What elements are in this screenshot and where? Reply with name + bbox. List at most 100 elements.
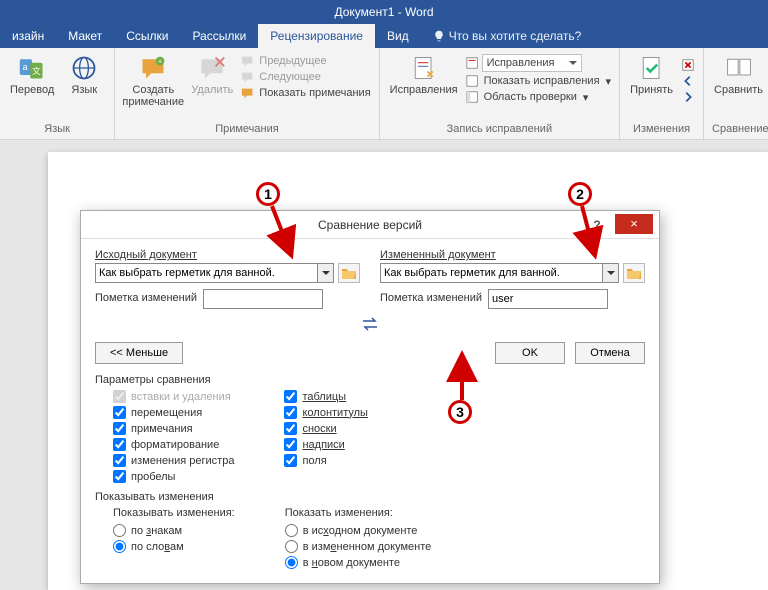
radio-in-revised[interactable]: в измененном документе bbox=[285, 540, 432, 553]
revised-mark-label: Пометка изменений bbox=[380, 292, 482, 304]
show-markup-button[interactable]: Показать исправления▾ bbox=[466, 74, 612, 88]
check-case[interactable]: изменения регистра bbox=[113, 454, 234, 467]
source-document-arrow[interactable] bbox=[317, 264, 333, 282]
group-label-changes: Изменения bbox=[628, 121, 695, 139]
dialog-close-button[interactable]: × bbox=[615, 214, 653, 234]
ok-button[interactable]: OK bbox=[495, 342, 565, 364]
revised-document-combo[interactable] bbox=[380, 263, 619, 283]
markup-icon bbox=[466, 74, 480, 88]
revised-document-arrow[interactable] bbox=[602, 264, 618, 282]
radio-in-original[interactable]: в исходном документе bbox=[285, 524, 432, 537]
group-comments: + Создать примечание Удалить Предыдущее … bbox=[115, 48, 379, 139]
ribbon-tabs: изайн Макет Ссылки Рассылки Рецензирован… bbox=[0, 24, 768, 48]
source-document-label: Исходный документ bbox=[95, 249, 360, 261]
globe-icon bbox=[70, 54, 98, 82]
tab-mailings[interactable]: Рассылки bbox=[180, 24, 258, 48]
group-tracking: Исправления Исправления Показать исправл… bbox=[380, 48, 620, 139]
compare-icon bbox=[725, 54, 753, 82]
show-comments-icon bbox=[241, 86, 255, 100]
translate-icon: а文 bbox=[18, 54, 46, 82]
check-moves[interactable]: перемещения bbox=[113, 406, 234, 419]
group-label-language: Язык bbox=[8, 121, 106, 139]
group-compare: Сравнить Сравнение bbox=[704, 48, 768, 139]
revised-mark-input[interactable] bbox=[488, 289, 608, 309]
titlebar: Документ1 - Word bbox=[0, 0, 768, 24]
source-browse-button[interactable] bbox=[338, 263, 360, 283]
delete-comment-icon bbox=[198, 54, 226, 82]
cancel-button[interactable]: Отмена bbox=[575, 342, 645, 364]
next-comment-button[interactable]: Следующее bbox=[241, 70, 370, 84]
tab-review[interactable]: Рецензирование bbox=[258, 24, 375, 48]
tell-me-search[interactable]: Что вы хотите сделать? bbox=[421, 24, 594, 48]
next-change-icon bbox=[681, 90, 695, 104]
svg-text:а: а bbox=[23, 62, 28, 72]
source-document-input[interactable] bbox=[95, 263, 334, 283]
track-changes-button[interactable]: Исправления bbox=[388, 52, 460, 98]
new-comment-button[interactable]: + Создать примечание bbox=[123, 52, 183, 110]
show-changes-right-header: Показать изменения: bbox=[285, 507, 432, 519]
radio-in-new[interactable]: в новом документе bbox=[285, 556, 432, 569]
track-icon bbox=[410, 54, 438, 82]
lightbulb-icon bbox=[433, 30, 445, 42]
reject-icon bbox=[681, 58, 695, 72]
prev-icon bbox=[241, 54, 255, 68]
check-textboxes[interactable]: надписи bbox=[284, 438, 367, 451]
check-headers[interactable]: колонтитулы bbox=[284, 406, 367, 419]
swap-icon bbox=[361, 317, 379, 331]
accept-icon bbox=[638, 54, 666, 82]
tab-layout[interactable]: Макет bbox=[56, 24, 114, 48]
app-title: Документ1 - Word bbox=[334, 5, 433, 19]
check-comments[interactable]: примечания bbox=[113, 422, 234, 435]
revised-document-input[interactable] bbox=[380, 263, 619, 283]
source-mark-label: Пометка изменений bbox=[95, 292, 197, 304]
display-for-review-dropdown[interactable]: Исправления bbox=[466, 54, 612, 72]
svg-text:文: 文 bbox=[32, 65, 41, 76]
translate-button[interactable]: а文 Перевод bbox=[8, 52, 56, 98]
check-whitespace[interactable]: пробелы bbox=[113, 470, 234, 483]
accept-button[interactable]: Принять bbox=[628, 52, 675, 98]
annotation-3-arrow bbox=[454, 354, 474, 402]
tab-references[interactable]: Ссылки bbox=[114, 24, 180, 48]
check-fields[interactable]: поля bbox=[284, 454, 367, 467]
less-button[interactable]: << Меньше bbox=[95, 342, 183, 364]
check-formatting[interactable]: форматирование bbox=[113, 438, 234, 451]
folder-icon bbox=[626, 266, 642, 280]
display-icon bbox=[466, 56, 480, 70]
show-comments-button[interactable]: Показать примечания bbox=[241, 86, 370, 100]
show-changes-header: Показывать изменения bbox=[95, 491, 645, 503]
reject-button[interactable] bbox=[681, 58, 695, 72]
compare-button[interactable]: Сравнить bbox=[712, 52, 765, 98]
check-footnotes[interactable]: сноски bbox=[284, 422, 367, 435]
show-changes-left-header: Показывать изменения: bbox=[113, 507, 235, 519]
group-changes: Принять Изменения bbox=[620, 48, 704, 139]
prev-comment-button[interactable]: Предыдущее bbox=[241, 54, 370, 68]
next-change-button[interactable] bbox=[681, 90, 695, 104]
group-language: а文 Перевод Язык Язык bbox=[0, 48, 115, 139]
radio-by-char[interactable]: по знакам bbox=[113, 524, 235, 537]
annotation-1-arrow bbox=[270, 204, 300, 260]
check-tables[interactable]: таблицы bbox=[284, 390, 367, 403]
dialog-title: Сравнение версий bbox=[318, 218, 422, 232]
delete-comment-button[interactable]: Удалить bbox=[189, 52, 235, 98]
check-insertions: вставки и удаления bbox=[113, 390, 234, 403]
source-document-combo[interactable] bbox=[95, 263, 334, 283]
comment-icon: + bbox=[139, 54, 167, 82]
group-label-comments: Примечания bbox=[123, 121, 370, 139]
source-mark-input[interactable] bbox=[203, 289, 323, 309]
group-label-compare: Сравнение bbox=[712, 121, 768, 139]
reviewing-pane-button[interactable]: Область проверки▾ bbox=[466, 90, 612, 104]
group-label-tracking: Запись исправлений bbox=[388, 121, 611, 139]
tab-design[interactable]: изайн bbox=[0, 24, 56, 48]
compare-dialog: Сравнение версий ? × Исходный документ П… bbox=[80, 210, 660, 584]
comparison-params-header: Параметры сравнения bbox=[95, 374, 645, 386]
swap-button[interactable] bbox=[95, 317, 645, 334]
folder-icon bbox=[341, 266, 357, 280]
svg-text:+: + bbox=[158, 59, 162, 66]
next-icon bbox=[241, 70, 255, 84]
radio-by-word[interactable]: по словам bbox=[113, 540, 235, 553]
language-button[interactable]: Язык bbox=[62, 52, 106, 98]
tab-view[interactable]: Вид bbox=[375, 24, 421, 48]
pane-icon bbox=[466, 90, 480, 104]
prev-change-button[interactable] bbox=[681, 74, 695, 88]
revised-browse-button[interactable] bbox=[623, 263, 645, 283]
